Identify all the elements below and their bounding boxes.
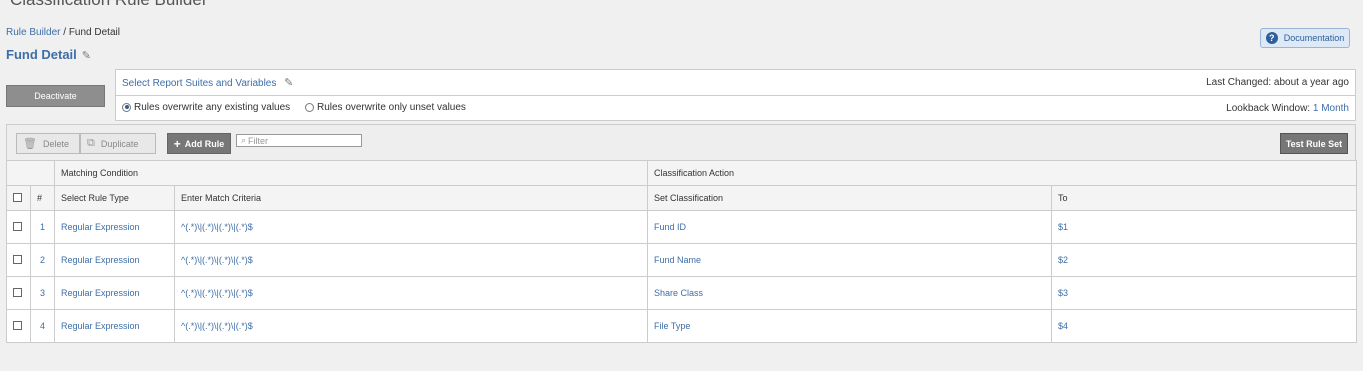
row-rule-type[interactable]: Regular Expression xyxy=(54,243,175,277)
row-to[interactable]: $2 xyxy=(1051,243,1358,277)
row-number: 4 xyxy=(30,309,55,343)
column-header-rule-type: Select Rule Type xyxy=(54,185,175,211)
add-rule-button[interactable]: + Add Rule xyxy=(167,133,231,154)
radio-overwrite-unset[interactable]: Rules overwrite only unset values xyxy=(304,101,466,113)
breadcrumb-root-link[interactable]: Rule Builder xyxy=(6,27,60,38)
rules-toolbar: 🗑 Delete ⧉ Duplicate + Add Rule ⌕ Filter Tes… xyxy=(6,124,1356,161)
column-header-match-criteria: Enter Match Criteria xyxy=(173,185,649,211)
lookback-label: Lookback Window: xyxy=(1226,102,1313,114)
row-checkbox[interactable] xyxy=(13,221,22,231)
row-checkbox[interactable] xyxy=(13,320,22,330)
row-to[interactable]: $4 xyxy=(1051,309,1358,343)
lookback-value-link[interactable]: 1 Month xyxy=(1313,103,1349,114)
row-checkbox-cell xyxy=(6,309,31,343)
table-row[interactable]: 3 Regular Expression ^(.*)\|(.*)\|(.*)\|… xyxy=(6,276,1358,310)
search-icon: ⌕ xyxy=(241,135,247,145)
page-title: Fund Detail ✎ xyxy=(6,47,91,62)
column-header-to: To xyxy=(1051,185,1358,211)
row-rule-type[interactable]: Regular Expression xyxy=(54,309,175,343)
deactivate-button[interactable]: Deactivate xyxy=(6,85,105,107)
column-header-number: # xyxy=(30,185,55,211)
add-rule-label: Add Rule xyxy=(184,138,225,149)
group-header-spacer xyxy=(6,160,55,186)
table-row[interactable]: 2 Regular Expression ^(.*)\|(.*)\|(.*)\|… xyxy=(6,243,1358,277)
duplicate-button[interactable]: ⧉ Duplicate xyxy=(80,133,156,154)
table-header-row: # Select Rule Type Enter Match Criteria … xyxy=(6,185,1358,211)
row-to[interactable]: $1 xyxy=(1051,210,1358,244)
select-all-checkbox[interactable] xyxy=(13,192,22,202)
radio-selected-icon xyxy=(122,102,131,112)
row-classification[interactable]: File Type xyxy=(647,309,1053,343)
config-row-suites: Select Report Suites and Variables ✎ Las… xyxy=(116,70,1355,95)
filter-input[interactable]: ⌕ Filter xyxy=(236,134,362,147)
page-title-text: Fund Detail xyxy=(6,47,77,62)
breadcrumb-current: Fund Detail xyxy=(68,27,120,38)
row-match-criteria[interactable]: ^(.*)\|(.*)\|(.*)\|(.*)$ xyxy=(173,276,649,310)
table-row[interactable]: 4 Regular Expression ^(.*)\|(.*)\|(.*)\|… xyxy=(6,309,1358,343)
column-header-set-classification: Set Classification xyxy=(647,185,1053,211)
plus-icon: + xyxy=(173,136,181,151)
row-checkbox-cell xyxy=(6,276,31,310)
table-group-header-row: Matching Condition Classification Action xyxy=(6,160,1358,186)
duplicate-label: Duplicate xyxy=(100,138,139,149)
group-header-matching: Matching Condition xyxy=(53,160,649,186)
rule-set-config: Select Report Suites and Variables ✎ Las… xyxy=(115,69,1356,121)
trash-icon: 🗑 xyxy=(23,138,37,150)
row-number: 2 xyxy=(30,243,55,277)
radio-overwrite-any[interactable]: Rules overwrite any existing values xyxy=(122,102,290,113)
delete-button[interactable]: 🗑 Delete xyxy=(16,133,80,154)
radio-overwrite-any-label: Rules overwrite any existing values xyxy=(134,101,291,113)
documentation-button[interactable]: ? Documentation xyxy=(1260,28,1350,48)
pencil-icon[interactable]: ✎ xyxy=(82,49,91,62)
row-to[interactable]: $3 xyxy=(1051,276,1358,310)
row-match-criteria[interactable]: ^(.*)\|(.*)\|(.*)\|(.*)$ xyxy=(173,210,649,244)
documentation-label: Documentation xyxy=(1283,33,1345,43)
table-row[interactable]: 1 Regular Expression ^(.*)\|(.*)\|(.*)\|… xyxy=(6,210,1358,244)
test-rule-set-button[interactable]: Test Rule Set xyxy=(1280,133,1348,154)
rules-table: Matching Condition Classification Action… xyxy=(6,160,1358,343)
row-checkbox-cell xyxy=(6,210,31,244)
delete-label: Delete xyxy=(42,138,69,149)
config-row-overwrite: Rules overwrite any existing values Rule… xyxy=(116,95,1355,120)
row-classification[interactable]: Fund ID xyxy=(647,210,1053,244)
breadcrumb-separator: / xyxy=(60,27,69,38)
app-title: Classification Rule Builder xyxy=(10,0,207,10)
row-match-criteria[interactable]: ^(.*)\|(.*)\|(.*)\|(.*)$ xyxy=(173,243,649,277)
pencil-icon[interactable]: ✎ xyxy=(284,76,293,89)
row-rule-type[interactable]: Regular Expression xyxy=(54,276,175,310)
lookback-window: Lookback Window: 1 Month xyxy=(1226,103,1349,114)
breadcrumb: Rule Builder / Fund Detail xyxy=(6,27,120,38)
help-icon: ? xyxy=(1265,32,1278,44)
select-suites-link[interactable]: Select Report Suites and Variables xyxy=(122,78,276,89)
row-match-criteria[interactable]: ^(.*)\|(.*)\|(.*)\|(.*)$ xyxy=(173,309,649,343)
row-classification[interactable]: Fund Name xyxy=(647,243,1053,277)
row-checkbox[interactable] xyxy=(13,287,22,297)
radio-overwrite-unset-label: Rules overwrite only unset values xyxy=(316,101,466,113)
row-rule-type[interactable]: Regular Expression xyxy=(54,210,175,244)
radio-unselected-icon xyxy=(304,102,314,112)
group-header-classification: Classification Action xyxy=(647,160,1358,186)
filter-placeholder: Filter xyxy=(248,135,269,146)
row-number: 1 xyxy=(30,210,55,244)
duplicate-icon: ⧉ xyxy=(87,137,95,149)
last-changed-text: Last Changed: about a year ago xyxy=(1206,77,1349,88)
row-classification[interactable]: Share Class xyxy=(647,276,1053,310)
select-all-checkbox-cell xyxy=(6,185,31,211)
row-checkbox[interactable] xyxy=(13,254,22,264)
row-checkbox-cell xyxy=(6,243,31,277)
row-number: 3 xyxy=(30,276,55,310)
